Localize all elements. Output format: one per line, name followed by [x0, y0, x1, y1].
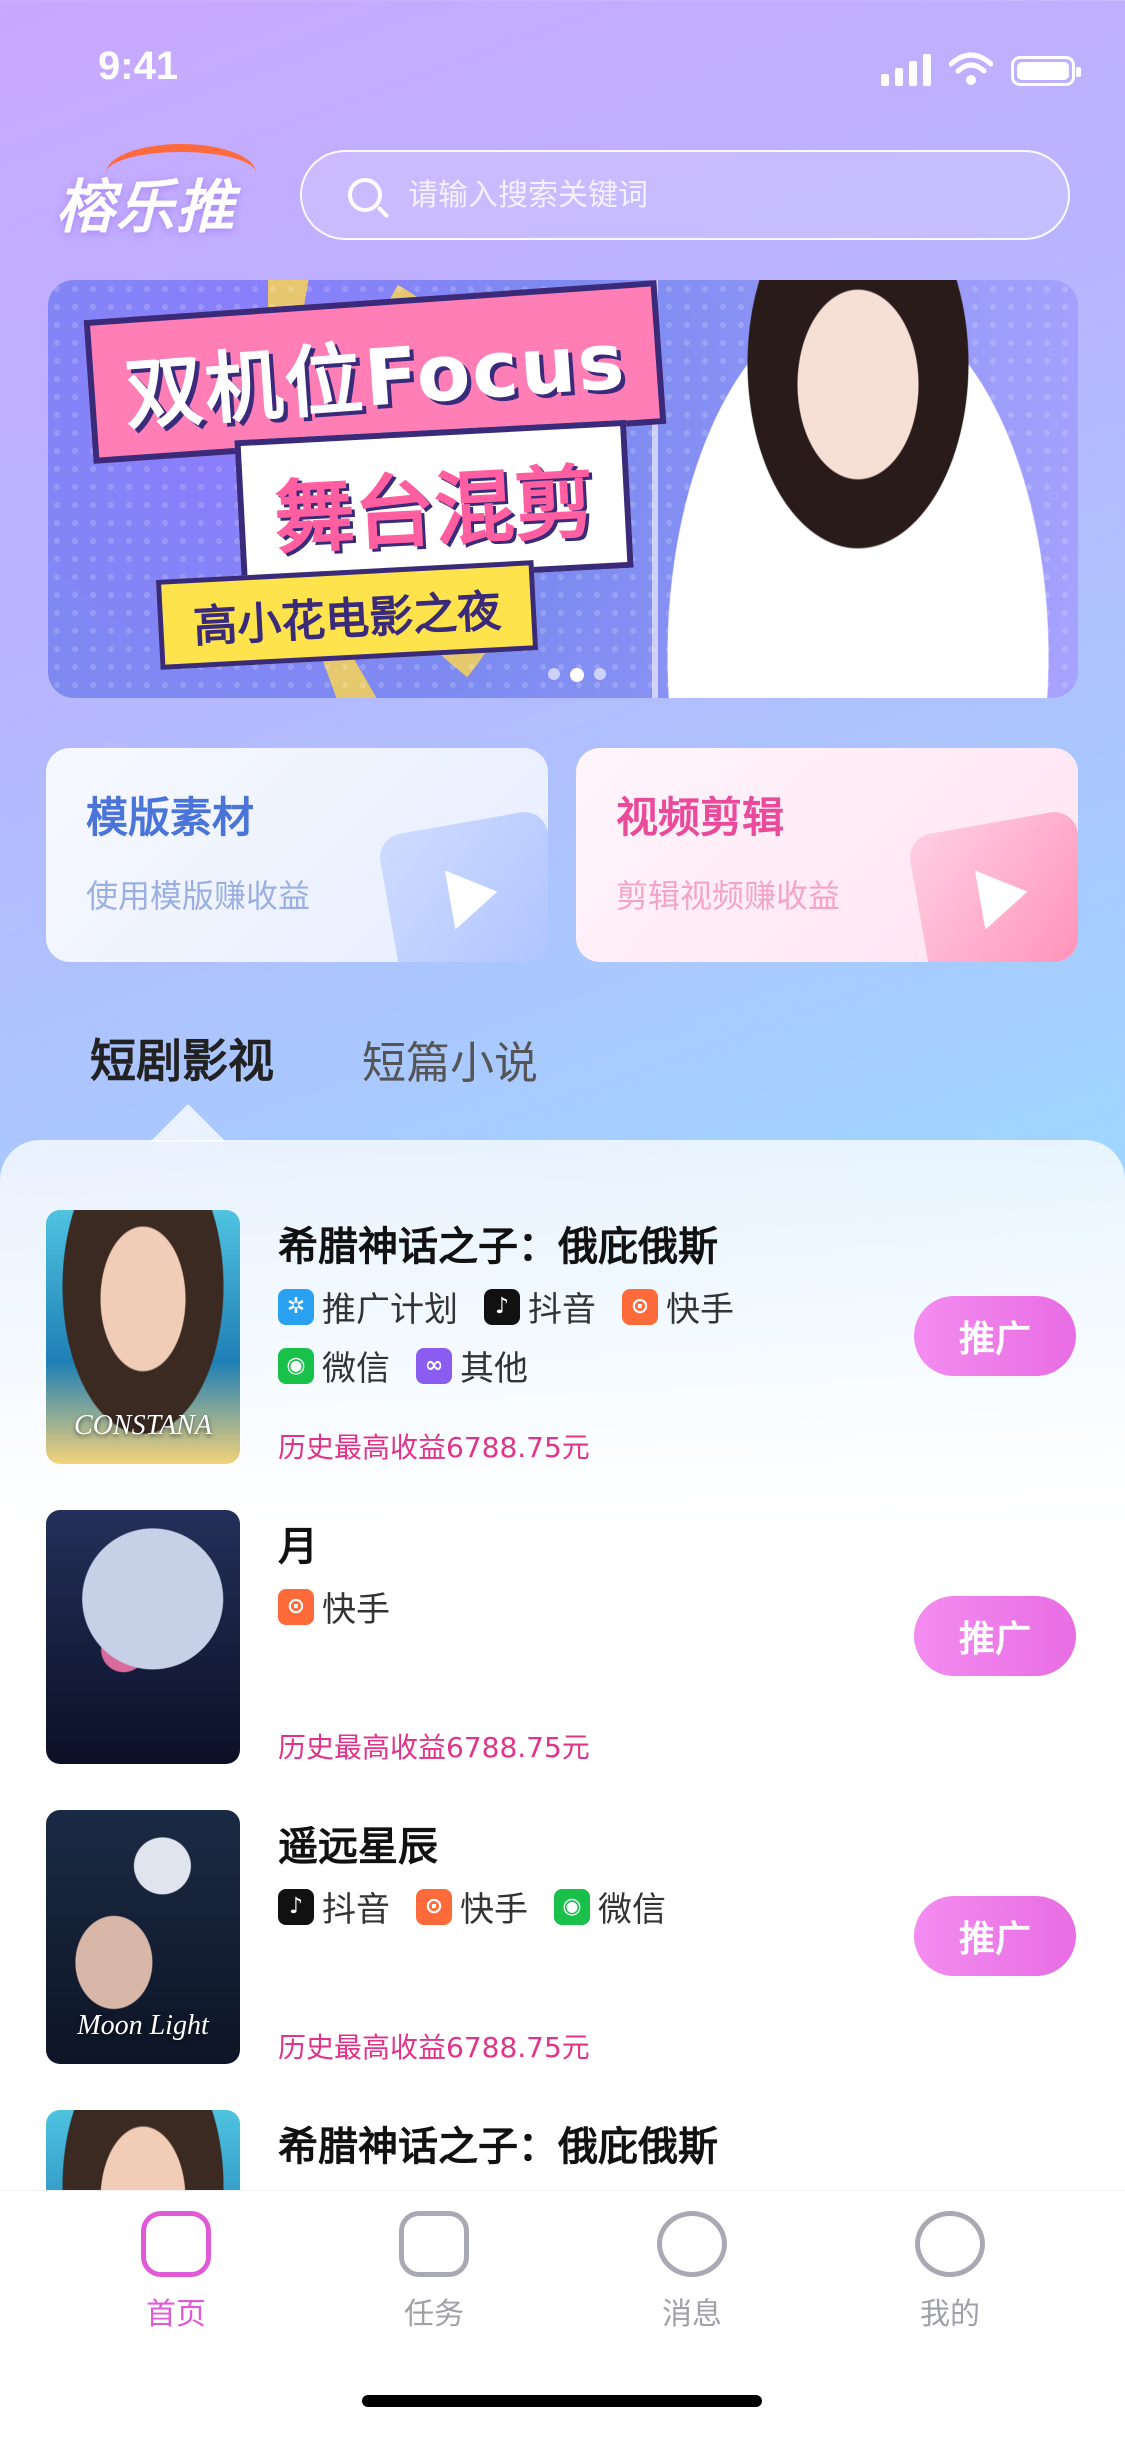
kuaishou-icon: ⊙	[278, 1588, 314, 1625]
platform-list: ♪ 抖音 ⊙ 快手 ◉ 微信	[278, 1882, 838, 1931]
platform-list: ✲ 推广计划 ♪ 抖音 ⊙ 快手 ◉ 微信 ∞ 其他	[278, 1282, 838, 1390]
poster-image	[46, 1510, 240, 1764]
bottom-tabbar: 首页 任务 消息 我的	[0, 2190, 1125, 2437]
platform-tag: ◉ 微信	[278, 1341, 390, 1390]
douyin-icon: ♪	[278, 1888, 314, 1925]
platform-list: ⊙ 快手	[278, 1582, 838, 1631]
list-item[interactable]: 月 ⊙ 快手 历史最高收益6788.75元 推广	[46, 1510, 1076, 1810]
banner-dot[interactable]	[594, 668, 606, 680]
active-tab-indicator	[150, 1104, 226, 1142]
content-tabs: 短剧影视 短篇小说	[90, 1025, 538, 1091]
promote-button[interactable]: 推广	[914, 1896, 1076, 1976]
task-icon	[399, 2211, 469, 2277]
header: 榕乐推	[48, 144, 1078, 246]
banner-indicators[interactable]	[548, 668, 606, 682]
promo-banner[interactable]: 双机位Focus 舞台混剪 高小花电影之夜	[48, 280, 1078, 698]
history-earnings: 历史最高收益6788.75元	[278, 1731, 590, 1764]
poster-image: Moon Light	[46, 1810, 240, 2064]
platform-tag: ⊙ 快手	[622, 1282, 734, 1331]
wifi-icon	[949, 52, 993, 85]
status-bar: 9:41	[0, 0, 1125, 132]
promotion-plan-icon: ✲	[278, 1288, 314, 1325]
banner-photo	[652, 280, 1058, 698]
status-icons	[881, 52, 1081, 86]
platform-tag: ∞ 其他	[416, 1341, 528, 1390]
list-item[interactable]: Moon Light 遥远星辰 ♪ 抖音 ⊙ 快手 ◉ 微信 历史最高收益6788.7…	[46, 1810, 1076, 2110]
banner-dot-active[interactable]	[570, 668, 584, 682]
item-title: 月	[278, 1524, 318, 1570]
signal-icon	[881, 54, 931, 86]
profile-icon	[915, 2211, 985, 2277]
tab-profile[interactable]: 我的	[880, 2211, 1020, 2333]
tab-tasks[interactable]: 任务	[364, 2211, 504, 2333]
history-earnings: 历史最高收益6788.75元	[278, 1431, 590, 1464]
tab-short-drama[interactable]: 短剧影视	[90, 1025, 274, 1091]
platform-tag: ⊙ 快手	[416, 1882, 528, 1931]
list-item[interactable]: CONSTANA 希腊神话之子：俄庇俄斯 ✲ 推广计划 ♪ 抖音 ⊙ 快手 ◉ 微信 ∞…	[46, 1210, 1076, 1510]
search-input[interactable]	[406, 176, 1068, 214]
home-indicator	[362, 2395, 762, 2407]
promote-button[interactable]: 推广	[914, 1296, 1076, 1376]
search-icon	[348, 178, 382, 212]
banner-dot[interactable]	[548, 668, 560, 680]
platform-tag: ✲ 推广计划	[278, 1282, 458, 1331]
promote-button[interactable]: 推广	[914, 1596, 1076, 1676]
template-material-card[interactable]: 模版素材 使用模版赚收益	[46, 748, 548, 962]
douyin-icon: ♪	[484, 1288, 520, 1325]
item-title: 希腊神话之子：俄庇俄斯	[278, 2124, 718, 2170]
search-bar[interactable]	[300, 150, 1070, 240]
kuaishou-icon: ⊙	[416, 1888, 452, 1925]
wechat-icon: ◉	[278, 1347, 314, 1384]
history-earnings: 历史最高收益6788.75元	[278, 2031, 590, 2064]
platform-tag: ⊙ 快手	[278, 1582, 390, 1631]
wechat-icon: ◉	[554, 1888, 590, 1925]
tab-short-novel[interactable]: 短篇小说	[362, 1027, 538, 1091]
platform-tag: ◉ 微信	[554, 1882, 666, 1931]
message-icon	[657, 2211, 727, 2277]
kuaishou-icon: ⊙	[622, 1288, 658, 1325]
app-logo: 榕乐推	[56, 173, 237, 241]
platform-tag: ♪ 抖音	[484, 1282, 596, 1331]
platform-tag: ♪ 抖音	[278, 1882, 390, 1931]
video-edit-card[interactable]: 视频剪辑 剪辑视频赚收益	[576, 748, 1078, 962]
banner-title-line2: 舞台混剪	[234, 419, 634, 589]
battery-icon	[1011, 56, 1081, 86]
tab-messages[interactable]: 消息	[622, 2211, 762, 2333]
tab-home[interactable]: 首页	[106, 2211, 246, 2333]
status-time: 9:41	[98, 44, 179, 88]
item-title: 遥远星辰	[278, 1824, 438, 1870]
poster-image: CONSTANA	[46, 1210, 240, 1464]
other-icon: ∞	[416, 1347, 452, 1384]
item-title: 希腊神话之子：俄庇俄斯	[278, 1224, 718, 1270]
home-icon	[141, 2211, 211, 2277]
